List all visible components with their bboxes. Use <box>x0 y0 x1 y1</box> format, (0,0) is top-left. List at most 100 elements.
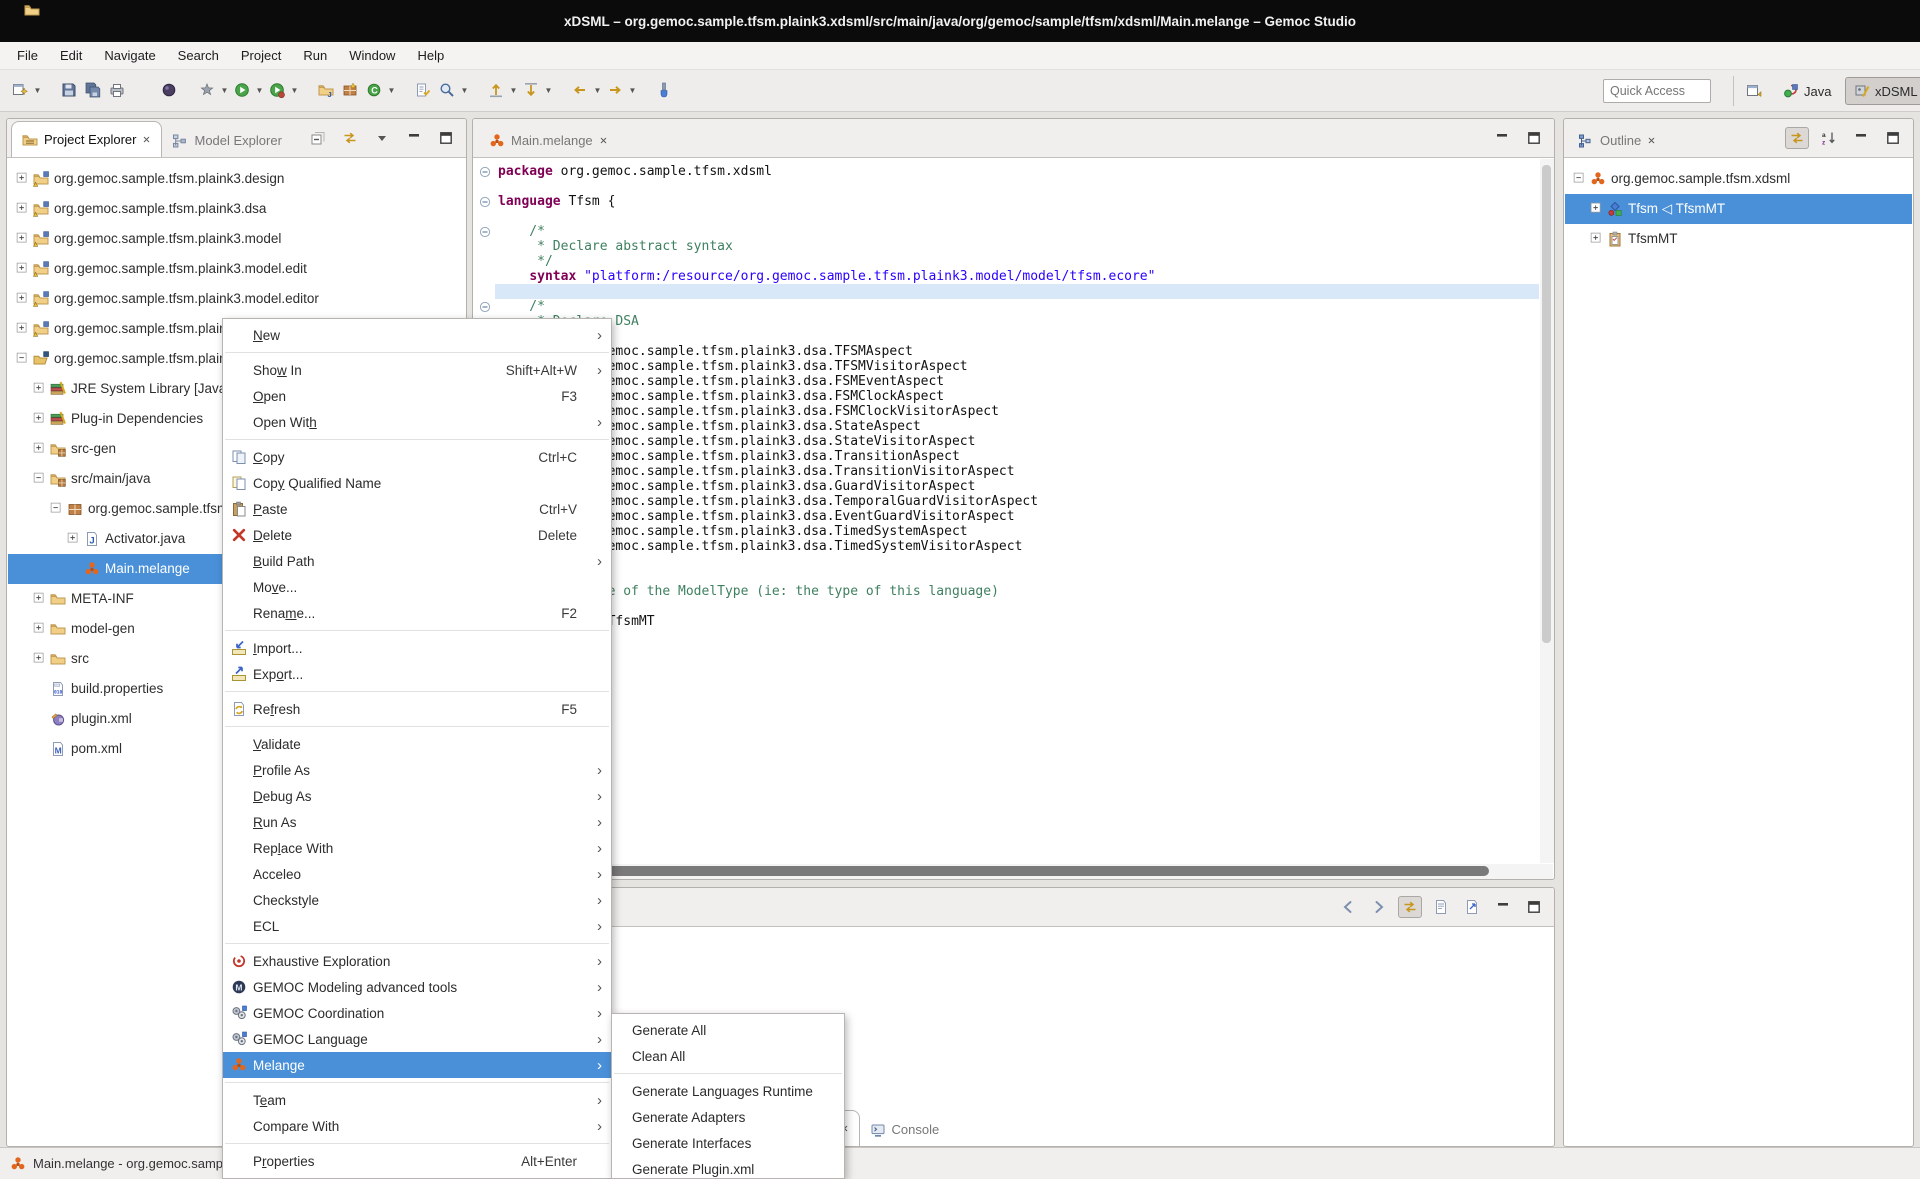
menu-item-compare-with[interactable]: Compare With› <box>223 1113 611 1139</box>
tree-row[interactable]: org.gemoc.sample.tfsm.plaink3.model.edit… <box>8 284 465 314</box>
menu-item-show-in[interactable]: Show InShift+Alt+W› <box>223 357 611 383</box>
back-button[interactable] <box>568 78 592 102</box>
fold-collapse-icon[interactable] <box>479 226 491 241</box>
menu-item-gemoc-language[interactable]: GEMOC Language› <box>223 1026 611 1052</box>
tab-console[interactable]: Console <box>860 1113 950 1146</box>
menu-item-run-as[interactable]: Run As› <box>223 809 611 835</box>
menu-item-profile-as[interactable]: Profile As› <box>223 757 611 783</box>
expand-icon[interactable] <box>16 322 28 334</box>
close-icon[interactable] <box>142 135 151 144</box>
view-menu-button[interactable] <box>370 127 394 149</box>
tab-model-explorer[interactable]: Model Explorer <box>162 124 291 157</box>
tree-row[interactable]: TfsmMT <box>1565 224 1912 254</box>
perspective-java[interactable]: Java <box>1775 77 1839 105</box>
new-wizard-button[interactable] <box>8 78 32 102</box>
next-annotation-button[interactable] <box>519 78 543 102</box>
menubar-item-project[interactable]: Project <box>230 42 292 70</box>
expand-icon[interactable] <box>33 412 45 424</box>
menu-item-refresh[interactable]: RefreshF5 <box>223 696 611 722</box>
menubar-item-run[interactable]: Run <box>292 42 338 70</box>
menu-item-validate[interactable]: Validate <box>223 731 611 757</box>
dropdown-chevron-icon[interactable]: ▼ <box>219 78 230 102</box>
menu-item-generate-languages-runtime[interactable]: Generate Languages Runtime <box>612 1078 844 1104</box>
dropdown-chevron-icon[interactable]: ▼ <box>508 78 519 102</box>
dropdown-chevron-icon[interactable]: ▼ <box>386 78 397 102</box>
tree-row[interactable]: org.gemoc.sample.tfsm.plaink3.design <box>8 164 465 194</box>
expand-icon[interactable] <box>33 382 45 394</box>
menu-item-generate-interfaces[interactable]: Generate Interfaces <box>612 1130 844 1156</box>
link-editor-button[interactable] <box>338 127 362 149</box>
menu-item-gemoc-coordination[interactable]: GEMOC Coordination› <box>223 1000 611 1026</box>
menu-item-export-[interactable]: Export... <box>223 661 611 687</box>
minimize-button[interactable] <box>1849 127 1873 149</box>
forward-button[interactable] <box>603 78 627 102</box>
fold-collapse-icon[interactable] <box>479 301 491 316</box>
tab-project-explorer[interactable]: Project Explorer <box>11 121 162 157</box>
expand-icon[interactable] <box>33 622 45 634</box>
menu-item-copy-qualified-name[interactable]: Copy Qualified Name <box>223 470 611 496</box>
tab-main-melange[interactable]: Main.melange <box>479 124 618 157</box>
menu-item-melange[interactable]: Melange› <box>223 1052 611 1078</box>
tree-row[interactable]: org.gemoc.sample.tfsm.plaink3.model <box>8 224 465 254</box>
collapse-icon[interactable] <box>50 502 62 514</box>
tree-row[interactable]: Tfsm ◁ TfsmMT <box>1565 194 1912 224</box>
minimize-button[interactable] <box>1490 127 1514 149</box>
menubar-item-navigate[interactable]: Navigate <box>93 42 166 70</box>
expand-icon[interactable] <box>16 262 28 274</box>
open-external-button[interactable] <box>1460 896 1484 918</box>
outline-tree[interactable]: org.gemoc.sample.tfsm.xdsmlTfsm ◁ TfsmMT… <box>1565 159 1912 1145</box>
tree-row[interactable]: org.gemoc.sample.tfsm.plaink3.dsa <box>8 194 465 224</box>
menu-item-move-[interactable]: Move... <box>223 574 611 600</box>
new-class-button[interactable]: C <box>362 78 386 102</box>
run-button[interactable] <box>230 78 254 102</box>
menu-item-open-with[interactable]: Open With› <box>223 409 611 435</box>
menu-item-new[interactable]: New› <box>223 322 611 348</box>
close-icon[interactable] <box>1647 136 1656 145</box>
dropdown-chevron-icon[interactable]: ▼ <box>627 78 638 102</box>
menu-item-generate-adapters[interactable]: Generate Adapters <box>612 1104 844 1130</box>
maximize-button[interactable] <box>1881 127 1905 149</box>
menu-item-clean-all[interactable]: Clean All <box>612 1043 844 1069</box>
menu-item-copy[interactable]: CopyCtrl+C <box>223 444 611 470</box>
save-button[interactable] <box>57 78 81 102</box>
expand-icon[interactable] <box>33 442 45 454</box>
menu-item-gemoc-modeling-advanced-tools[interactable]: MGEMOC Modeling advanced tools› <box>223 974 611 1000</box>
maximize-button[interactable] <box>1522 896 1546 918</box>
show-doc-button[interactable] <box>1429 896 1453 918</box>
menu-item-replace-with[interactable]: Replace With› <box>223 835 611 861</box>
menu-item-import-[interactable]: Import... <box>223 635 611 661</box>
menu-item-rename-[interactable]: Rename...F2 <box>223 600 611 626</box>
expand-icon[interactable] <box>16 292 28 304</box>
menu-item-ecl[interactable]: ECL› <box>223 913 611 939</box>
dropdown-chevron-icon[interactable]: ▼ <box>254 78 265 102</box>
collapse-all-button[interactable] <box>306 127 330 149</box>
menubar-item-window[interactable]: Window <box>338 42 406 70</box>
fold-collapse-icon[interactable] <box>479 196 491 211</box>
expand-icon[interactable] <box>1590 232 1602 244</box>
tree-row[interactable]: org.gemoc.sample.tfsm.plaink3.model.edit <box>8 254 465 284</box>
menu-item-team[interactable]: Team› <box>223 1087 611 1113</box>
expand-icon[interactable] <box>33 652 45 664</box>
menu-item-build-path[interactable]: Build Path› <box>223 548 611 574</box>
menu-item-debug-as[interactable]: Debug As› <box>223 783 611 809</box>
print-button[interactable] <box>105 78 129 102</box>
open-task-button[interactable] <box>411 78 435 102</box>
perspective-xdsml[interactable]: xDSML <box>1845 77 1920 105</box>
menu-item-checkstyle[interactable]: Checkstyle› <box>223 887 611 913</box>
minimize-button[interactable] <box>402 127 426 149</box>
expand-icon[interactable] <box>33 592 45 604</box>
collapse-icon[interactable] <box>33 472 45 484</box>
new-java-project-button[interactable]: J <box>314 78 338 102</box>
maximize-button[interactable] <box>1522 127 1546 149</box>
debug-button[interactable] <box>265 78 289 102</box>
expand-icon[interactable] <box>1590 202 1602 214</box>
open-perspective-button[interactable] <box>1741 79 1767 103</box>
menubar-item-edit[interactable]: Edit <box>49 42 93 70</box>
link-editor-button[interactable] <box>1785 127 1809 149</box>
run-external-tool-button[interactable] <box>195 78 219 102</box>
menu-item-paste[interactable]: PasteCtrl+V <box>223 496 611 522</box>
expand-icon[interactable] <box>16 232 28 244</box>
editor-vertical-scrollbar[interactable] <box>1540 159 1554 863</box>
fold-collapse-icon[interactable] <box>479 166 491 181</box>
nav-back-button[interactable] <box>1336 896 1360 918</box>
